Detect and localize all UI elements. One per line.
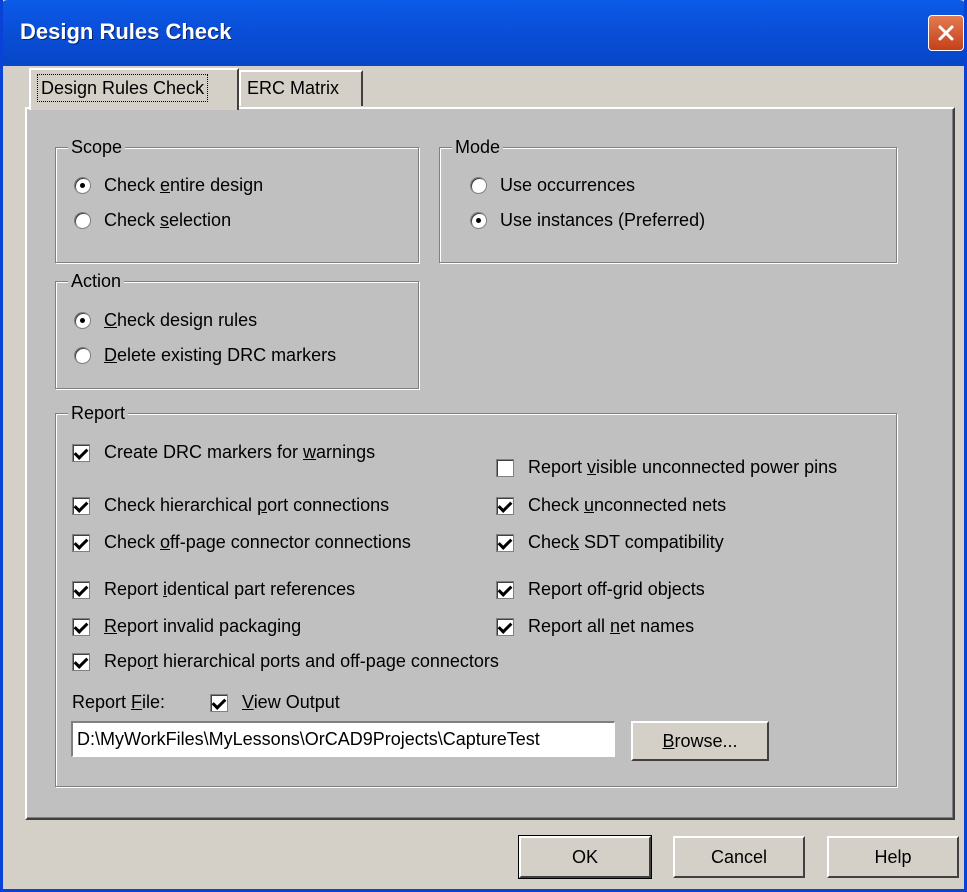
check-hierarchical-port-connections-checkbox[interactable]: Check hierarchical port connections bbox=[72, 495, 389, 516]
report-off-grid-objects-checkbox[interactable]: Report off-grid objects bbox=[496, 579, 705, 600]
scope-label: Scope bbox=[68, 136, 126, 158]
checkbox-control[interactable] bbox=[210, 693, 228, 712]
tab-erc-matrix[interactable]: ERC Matrix bbox=[239, 70, 363, 106]
checkbox-control[interactable] bbox=[496, 458, 514, 477]
checkbox-control[interactable] bbox=[496, 496, 514, 515]
check-unconnected-nets-checkbox[interactable]: Check unconnected nets bbox=[496, 495, 726, 516]
radio-control[interactable] bbox=[470, 177, 487, 194]
checkbox-control[interactable] bbox=[496, 533, 514, 552]
close-button[interactable] bbox=[928, 15, 964, 51]
tab-panel: Scope Check entire design Check selectio… bbox=[25, 107, 955, 820]
cancel-button[interactable]: Cancel bbox=[673, 836, 805, 878]
help-button[interactable]: Help bbox=[827, 836, 959, 878]
use-occurrences-radio[interactable]: Use occurrences bbox=[470, 175, 635, 196]
report-identical-part-references-checkbox[interactable]: Report identical part references bbox=[72, 579, 355, 600]
checkbox-control[interactable] bbox=[72, 533, 90, 552]
close-icon bbox=[938, 25, 954, 41]
check-sdt-compatibility-checkbox[interactable]: Check SDT compatibility bbox=[496, 532, 724, 553]
report-visible-unconnected-power-pins-checkbox[interactable]: Report visible unconnected power pins bbox=[496, 457, 837, 478]
checkbox-control[interactable] bbox=[72, 652, 90, 671]
use-instances-radio[interactable]: Use instances (Preferred) bbox=[470, 210, 705, 231]
checkbox-control[interactable] bbox=[72, 496, 90, 515]
report-all-net-names-checkbox[interactable]: Report all net names bbox=[496, 616, 694, 637]
create-drc-markers-checkbox[interactable]: Create DRC markers for warnings bbox=[72, 442, 375, 463]
checkbox-control[interactable] bbox=[72, 580, 90, 599]
check-design-rules-radio[interactable]: Check design rules bbox=[74, 310, 257, 331]
check-entire-design-radio[interactable]: Check entire design bbox=[74, 175, 263, 196]
ok-button[interactable]: OK bbox=[518, 835, 652, 879]
dialog-window: Design Rules Check Design Rules Check ER… bbox=[0, 0, 967, 892]
checkbox-control[interactable] bbox=[496, 580, 514, 599]
scope-group: Scope Check entire design Check selectio… bbox=[55, 136, 419, 263]
title-bar[interactable]: Design Rules Check bbox=[3, 0, 964, 66]
action-group: Action Check design rules Delete existin… bbox=[55, 270, 419, 389]
check-selection-radio[interactable]: Check selection bbox=[74, 210, 231, 231]
checkbox-control[interactable] bbox=[72, 617, 90, 636]
tab-design-rules-check[interactable]: Design Rules Check bbox=[29, 68, 239, 110]
action-label: Action bbox=[68, 270, 125, 292]
delete-drc-markers-radio[interactable]: Delete existing DRC markers bbox=[74, 345, 336, 366]
report-hierarchical-ports-checkbox[interactable]: Report hierarchical ports and off-page c… bbox=[72, 651, 499, 672]
check-off-page-connector-connections-checkbox[interactable]: Check off-page connector connections bbox=[72, 532, 411, 553]
report-file-label: Report File: bbox=[72, 692, 166, 712]
radio-control[interactable] bbox=[74, 177, 91, 194]
browse-button[interactable]: Browse... bbox=[631, 721, 769, 761]
mode-group: Mode Use occurrences Use instances (Pref… bbox=[439, 136, 897, 263]
report-invalid-packaging-checkbox[interactable]: Report invalid packaging bbox=[72, 616, 301, 637]
view-output-checkbox[interactable]: View Output bbox=[210, 692, 340, 713]
report-label: Report bbox=[68, 402, 129, 424]
radio-control[interactable] bbox=[74, 347, 91, 364]
mode-label: Mode bbox=[452, 136, 504, 158]
report-file-input[interactable]: D:\MyWorkFiles\MyLessons\OrCAD9Projects\… bbox=[71, 721, 615, 757]
window-title: Design Rules Check bbox=[20, 19, 232, 44]
radio-control[interactable] bbox=[470, 212, 487, 229]
checkbox-control[interactable] bbox=[72, 443, 90, 462]
radio-control[interactable] bbox=[74, 212, 91, 229]
radio-control[interactable] bbox=[74, 312, 91, 329]
checkbox-control[interactable] bbox=[496, 617, 514, 636]
